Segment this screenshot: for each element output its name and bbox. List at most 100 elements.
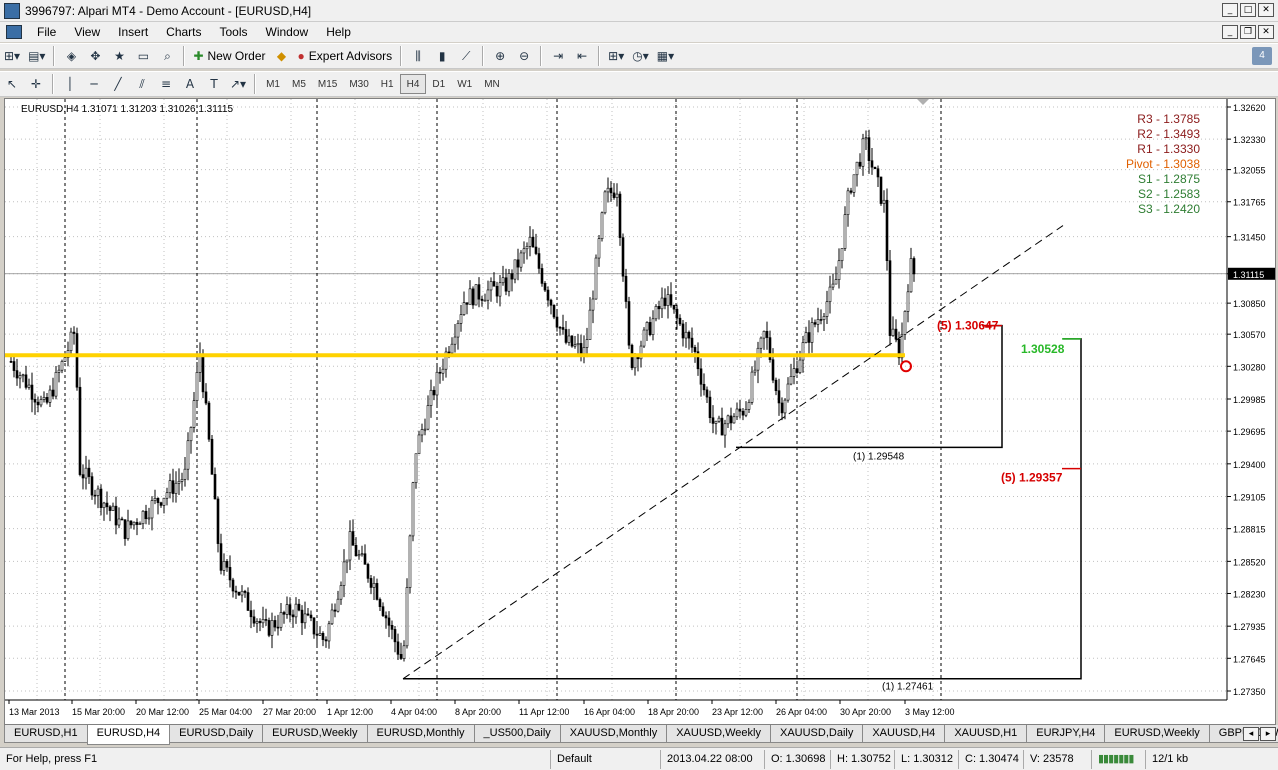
new-chart-icon[interactable]: ⊞▾ bbox=[1, 45, 23, 67]
timeframe-w1[interactable]: W1 bbox=[451, 74, 478, 94]
candle-body bbox=[405, 587, 409, 647]
templates-icon[interactable]: ▦▾ bbox=[654, 45, 677, 67]
auto-scroll-icon[interactable]: ⇥ bbox=[547, 45, 569, 67]
chart-shift-icon[interactable]: ⇤ bbox=[571, 45, 593, 67]
price-label: 1.32330 bbox=[1233, 135, 1266, 145]
trendline-icon[interactable]: ╱ bbox=[107, 73, 129, 95]
menu-tools[interactable]: Tools bbox=[211, 25, 257, 39]
chart-tabs: EURUSD,H1 EURUSD,H4 EURUSD,Daily EURUSD,Wee… bbox=[4, 725, 1278, 745]
cursor-icon[interactable]: ↖ bbox=[1, 73, 23, 95]
crosshair-icon[interactable]: ✛ bbox=[25, 73, 47, 95]
navigator-icon[interactable]: ★ bbox=[108, 45, 130, 67]
expert-advisors-button[interactable]: ● Expert Advisors bbox=[295, 45, 396, 67]
chart-tab[interactable]: XAUUSD,Daily bbox=[769, 725, 864, 743]
chart-window-icon[interactable] bbox=[6, 25, 22, 39]
horizontal-line-icon[interactable]: ─ bbox=[83, 73, 105, 95]
candle-body bbox=[519, 252, 523, 268]
candlestick-icon[interactable]: ▮ bbox=[431, 45, 453, 67]
chart-tab[interactable]: EURUSD,H4 bbox=[86, 725, 171, 745]
candle-body bbox=[318, 633, 322, 636]
text-icon[interactable]: A bbox=[179, 73, 201, 95]
market-watch-icon[interactable]: ◈ bbox=[60, 45, 82, 67]
timeframe-m30[interactable]: M30 bbox=[343, 74, 374, 94]
menu-help[interactable]: Help bbox=[317, 25, 360, 39]
zoom-in-icon[interactable]: ⊕ bbox=[489, 45, 511, 67]
chart-window[interactable]: (5) 1.30647 1.30528 (5) 1.29357 (1) 1.29548… bbox=[4, 98, 1276, 725]
time-label: 13 Mar 2013 bbox=[9, 707, 60, 717]
notification-icon[interactable]: 4 bbox=[1252, 47, 1272, 65]
candle-body bbox=[609, 187, 613, 194]
candle-body bbox=[237, 591, 241, 596]
child-restore-button[interactable]: ❐ bbox=[1240, 25, 1256, 39]
timeframe-d1[interactable]: D1 bbox=[426, 74, 451, 94]
timeframe-m15[interactable]: M15 bbox=[312, 74, 343, 94]
chart-tab[interactable]: EURUSD,H1 bbox=[4, 725, 88, 743]
candle-body bbox=[393, 629, 397, 643]
data-window-icon[interactable]: ✥ bbox=[84, 45, 106, 67]
arrows-icon[interactable]: ↗▾ bbox=[227, 73, 249, 95]
strategy-tester-icon[interactable]: ⌕ bbox=[156, 45, 178, 67]
candle-body bbox=[690, 337, 694, 348]
menu-bar: File View Insert Charts Tools Window Hel… bbox=[0, 22, 1278, 42]
timeframe-m1[interactable]: M1 bbox=[260, 74, 286, 94]
status-profile[interactable]: Default bbox=[550, 749, 660, 769]
equidistant-channel-icon[interactable]: ⫽ bbox=[131, 73, 153, 95]
child-minimize-button[interactable]: _ bbox=[1222, 25, 1238, 39]
menu-charts[interactable]: Charts bbox=[157, 25, 210, 39]
profiles-icon[interactable]: ▤▾ bbox=[25, 45, 48, 67]
chart-tab[interactable]: EURUSD,Monthly bbox=[366, 725, 475, 743]
candle-body bbox=[756, 347, 760, 371]
chart-tab[interactable]: XAUUSD,Monthly bbox=[559, 725, 668, 743]
timeframe-m5[interactable]: M5 bbox=[286, 74, 312, 94]
line-chart-icon[interactable]: ⟋ bbox=[455, 45, 477, 67]
menu-view[interactable]: View bbox=[65, 25, 109, 39]
terminal-icon[interactable]: ▭ bbox=[132, 45, 154, 67]
candle-body bbox=[810, 322, 814, 343]
tab-scroll-left[interactable]: ◂ bbox=[1243, 727, 1259, 741]
chart-tab[interactable]: EURUSD,Weekly bbox=[1104, 725, 1210, 743]
price-chart[interactable]: (5) 1.30647 1.30528 (5) 1.29357 (1) 1.29548… bbox=[5, 99, 1275, 724]
price-label: 1.28230 bbox=[1233, 589, 1266, 599]
menu-window[interactable]: Window bbox=[257, 25, 318, 39]
chart-tab[interactable]: EURUSD,Daily bbox=[169, 725, 264, 743]
vertical-line-icon[interactable]: │ bbox=[59, 73, 81, 95]
maximize-button[interactable]: □ bbox=[1240, 3, 1256, 17]
menu-insert[interactable]: Insert bbox=[109, 25, 157, 39]
zoom-out-icon[interactable]: ⊖ bbox=[513, 45, 535, 67]
candle-body bbox=[369, 578, 373, 588]
candle-body bbox=[714, 420, 718, 424]
candle-body bbox=[852, 174, 856, 193]
candle-body bbox=[396, 641, 400, 655]
periods-icon[interactable]: ◷▾ bbox=[629, 45, 652, 67]
timeframe-h1[interactable]: H1 bbox=[375, 74, 400, 94]
candle-body bbox=[165, 492, 169, 499]
candle-body bbox=[909, 258, 913, 293]
chart-tab[interactable]: XAUUSD,H1 bbox=[944, 725, 1028, 743]
tab-scroll-right[interactable]: ▸ bbox=[1260, 727, 1276, 741]
child-close-button[interactable]: ✕ bbox=[1258, 25, 1274, 39]
candle-body bbox=[795, 368, 799, 373]
minimize-button[interactable]: _ bbox=[1222, 3, 1238, 17]
new-order-button[interactable]: ✚ New Order bbox=[190, 45, 268, 67]
menu-file[interactable]: File bbox=[28, 25, 65, 39]
chart-tab[interactable]: XAUUSD,H4 bbox=[862, 725, 946, 743]
candle-body bbox=[837, 260, 841, 280]
fibonacci-icon[interactable]: ≡ bbox=[155, 73, 177, 95]
pivot-label: R3 - 1.3785 bbox=[1137, 112, 1200, 126]
candle-body bbox=[309, 614, 313, 619]
bar-chart-icon[interactable]: ⫼ bbox=[407, 45, 429, 67]
timeframe-h4[interactable]: H4 bbox=[399, 74, 427, 94]
close-button[interactable]: ✕ bbox=[1258, 3, 1274, 17]
candle-body bbox=[741, 410, 745, 416]
indicators-icon[interactable]: ⊞▾ bbox=[605, 45, 627, 67]
chart-tab[interactable]: EURUSD,Weekly bbox=[262, 725, 368, 743]
metaeditor-icon[interactable]: ◆ bbox=[271, 45, 293, 67]
timeframe-mn[interactable]: MN bbox=[478, 74, 506, 94]
chart-tab[interactable]: XAUUSD,Weekly bbox=[666, 725, 771, 743]
chart-tab[interactable]: _US500,Daily bbox=[473, 725, 561, 743]
candle-body bbox=[36, 401, 40, 406]
chart-tab[interactable]: EURJPY,H4 bbox=[1026, 725, 1106, 743]
text-label-icon[interactable]: T bbox=[203, 73, 225, 95]
candle-body bbox=[324, 639, 328, 642]
candle-body bbox=[147, 517, 151, 520]
